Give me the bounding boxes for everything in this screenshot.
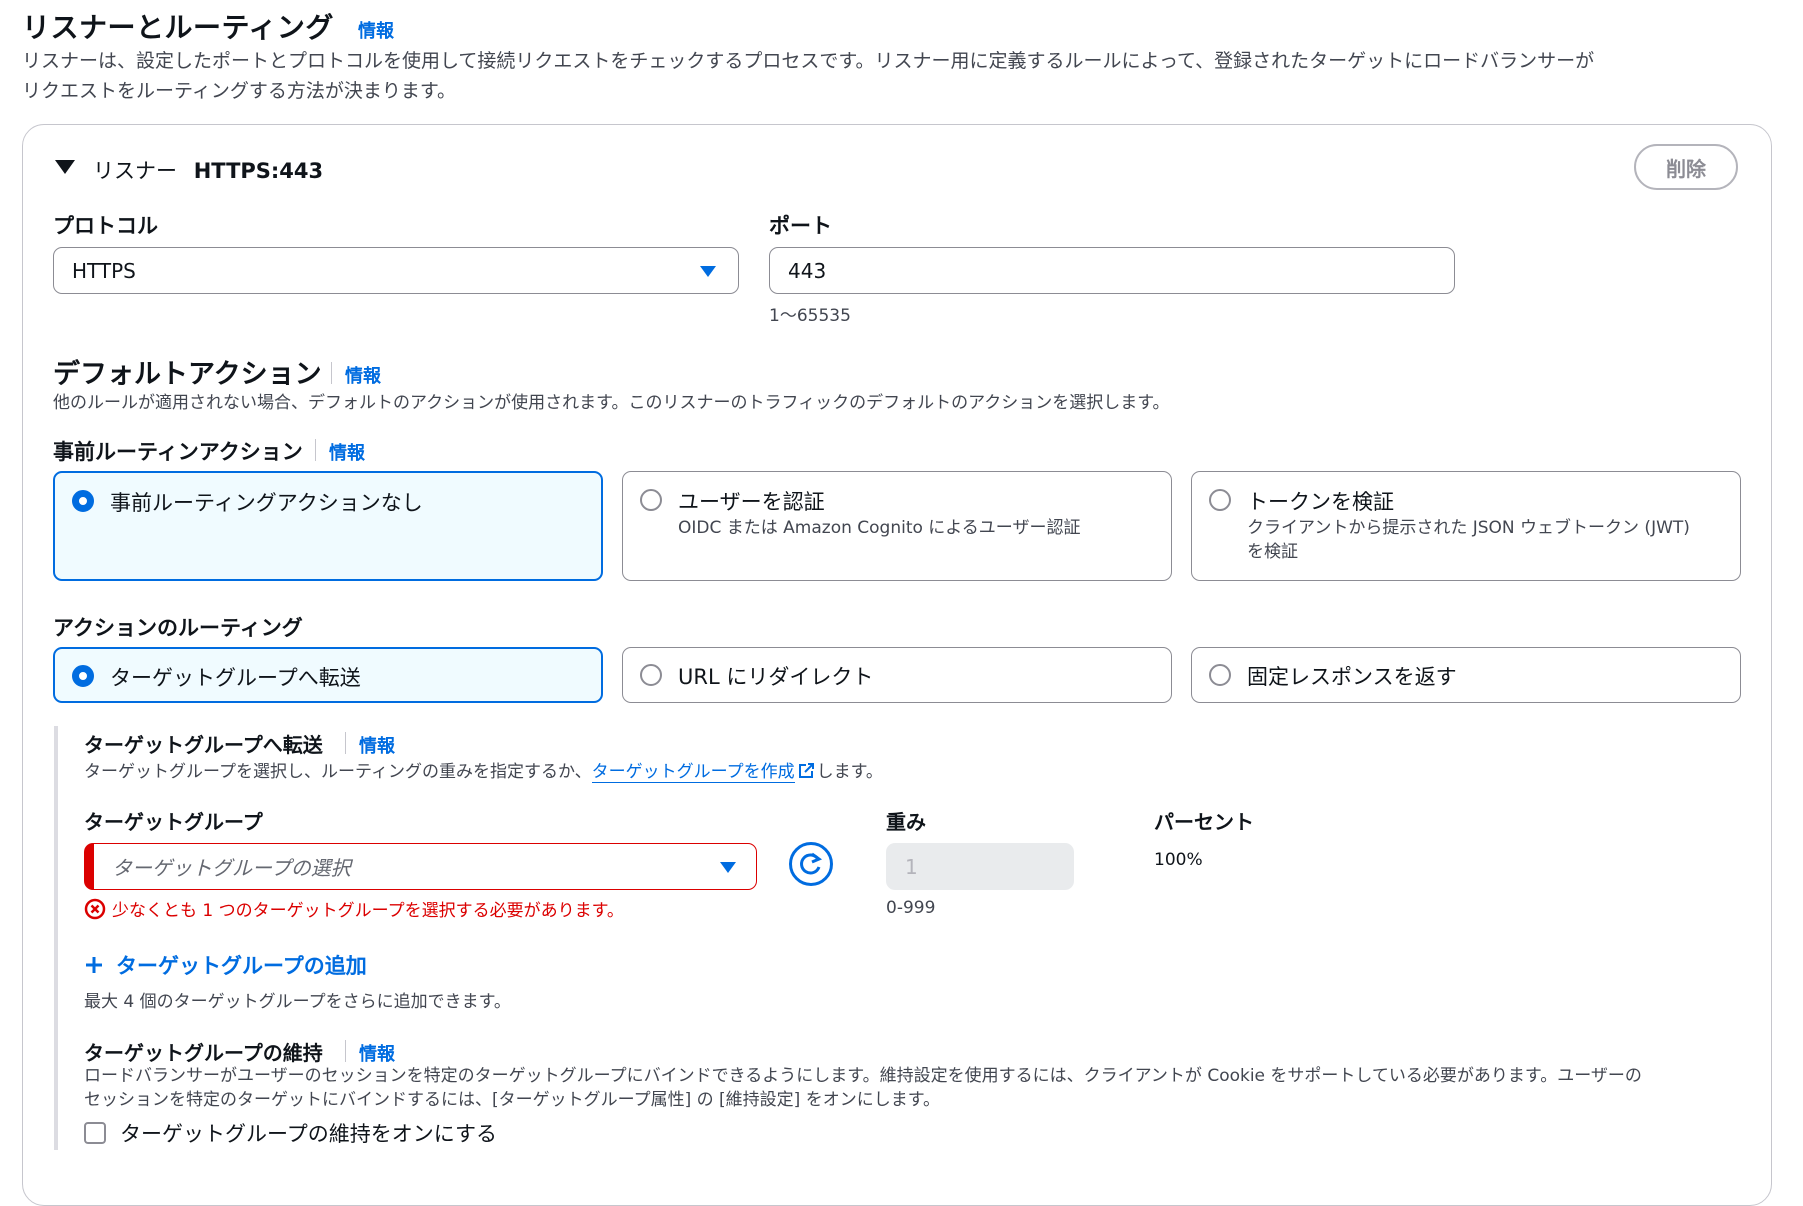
info-link[interactable]: 情報 <box>345 362 381 388</box>
refresh-icon <box>800 852 823 875</box>
weight-input: 1 <box>886 843 1074 890</box>
refresh-button[interactable] <box>789 842 833 886</box>
pre-routing-option-authenticate[interactable]: ユーザーを認証 OIDC または Amazon Cognito によるユーザー認… <box>622 471 1172 581</box>
plus-icon <box>86 957 102 973</box>
target-group-error: 少なくとも 1 つのターゲットグループを選択する必要があります。 <box>84 896 624 921</box>
page-title: リスナーとルーティング <box>22 11 334 44</box>
default-action-description: 他のルールが適用されない場合、デフォルトのアクションが使用されます。このリスナー… <box>53 393 1170 413</box>
stickiness-checkbox-label[interactable]: ターゲットグループの維持をオンにする <box>120 1118 497 1148</box>
divider <box>331 362 332 384</box>
target-group-select[interactable]: ターゲットグループの選択 <box>84 843 757 890</box>
target-group-label: ターゲットグループ <box>84 810 263 834</box>
routing-label: アクションのルーティング <box>53 616 303 640</box>
stickiness-title: ターゲットグループの維持 <box>84 1041 323 1065</box>
port-label: ポート <box>769 214 832 238</box>
weight-label: 重み <box>886 810 926 834</box>
routing-option-forward[interactable]: ターゲットグループへ転送 <box>53 647 603 703</box>
routing-option-redirect[interactable]: URL にリダイレクト <box>622 647 1172 703</box>
listener-heading: リスナー HTTPS:443 <box>93 159 324 183</box>
radio-unselected[interactable] <box>1209 664 1231 686</box>
add-target-group-button[interactable]: ターゲットグループの追加 <box>84 950 367 980</box>
radio-unselected[interactable] <box>1209 489 1231 511</box>
divider <box>315 439 316 461</box>
stickiness-description: ロードバランサーがユーザーのセッションを特定のターゲットグループにバインドできる… <box>84 1066 1642 1110</box>
radio-selected[interactable] <box>72 665 94 687</box>
external-link-icon <box>798 763 814 778</box>
weight-hint: 0-999 <box>886 898 936 918</box>
info-link[interactable]: 情報 <box>329 439 365 465</box>
protocol-label: プロトコル <box>53 214 158 238</box>
create-target-group-link[interactable]: ターゲットグループを作成 <box>591 762 795 783</box>
port-hint: 1〜65535 <box>769 306 851 326</box>
radio-selected[interactable] <box>72 490 94 512</box>
add-target-group-hint: 最大 4 個のターゲットグループをさらに追加できます。 <box>84 992 511 1012</box>
divider <box>345 1040 346 1062</box>
stickiness-checkbox[interactable] <box>84 1122 106 1144</box>
routing-option-fixed-response[interactable]: 固定レスポンスを返す <box>1191 647 1741 703</box>
percent-label: パーセント <box>1154 810 1254 834</box>
port-input[interactable]: 443 <box>769 247 1455 294</box>
chevron-down-icon <box>700 266 716 277</box>
default-action-title: デフォルトアクション <box>53 359 322 390</box>
delete-button[interactable]: 削除 <box>1634 144 1738 190</box>
divider <box>345 732 346 754</box>
expand-toggle[interactable] <box>55 160 75 174</box>
pre-routing-option-validate-token[interactable]: トークンを検証 クライアントから提示された JSON ウェブトークン (JWT)… <box>1191 471 1741 581</box>
info-link[interactable]: 情報 <box>358 17 394 43</box>
pre-routing-option-none[interactable]: 事前ルーティングアクションなし <box>53 471 603 581</box>
percent-value: 100% <box>1154 850 1203 870</box>
error-icon <box>84 898 106 919</box>
radio-unselected[interactable] <box>640 664 662 686</box>
forward-title: ターゲットグループへ転送 <box>84 733 323 757</box>
section-description: リスナーは、設定したポートとプロトコルを使用して接続リクエストをチェックするプロ… <box>22 50 1595 102</box>
forward-description: ターゲットグループを選択し、ルーティングの重みを指定するか、ターゲットグループを… <box>84 762 883 783</box>
pre-routing-label: 事前ルーティンアクション <box>53 440 303 464</box>
protocol-select[interactable]: HTTPS <box>53 247 739 294</box>
section-indent-bar <box>54 726 58 1150</box>
info-link[interactable]: 情報 <box>359 1040 395 1066</box>
chevron-down-icon <box>720 862 736 873</box>
radio-unselected[interactable] <box>640 489 662 511</box>
info-link[interactable]: 情報 <box>359 732 395 758</box>
